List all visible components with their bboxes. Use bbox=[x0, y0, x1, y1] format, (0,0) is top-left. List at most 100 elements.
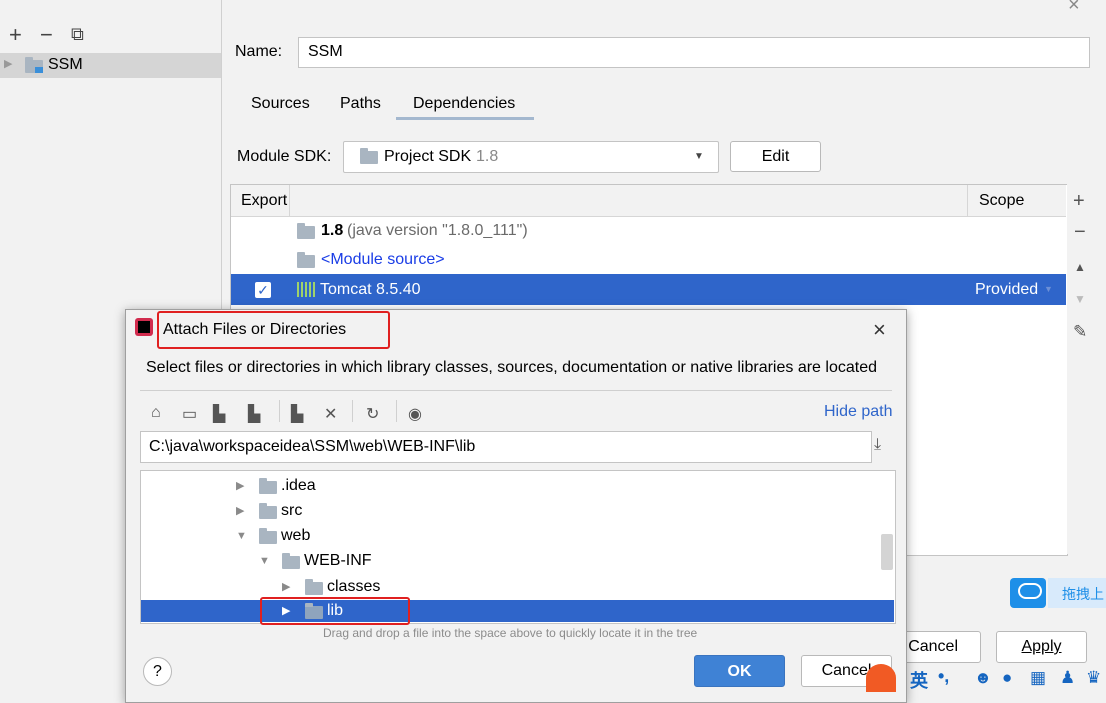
module-sdk-label: Module SDK: bbox=[237, 148, 332, 165]
edit-pencil-icon[interactable]: ✎ bbox=[1073, 322, 1087, 342]
toolbar-divider bbox=[352, 400, 353, 422]
source-folder-icon bbox=[297, 252, 315, 268]
tree-item-label: .idea bbox=[281, 477, 316, 494]
path-input[interactable]: C:\java\workspaceidea\SSM\web\WEB-INF\li… bbox=[140, 431, 872, 463]
sdk-folder-icon bbox=[360, 148, 378, 164]
refresh-icon[interactable]: ↻ bbox=[366, 404, 379, 424]
divider bbox=[140, 390, 892, 391]
tree-item-label: web bbox=[281, 527, 311, 544]
intellij-logo-icon bbox=[135, 318, 153, 336]
name-field[interactable]: SSM bbox=[298, 37, 1090, 68]
name-label: Name: bbox=[235, 43, 283, 60]
lib-highlight-box bbox=[260, 597, 410, 625]
tree-scrollbar-thumb[interactable] bbox=[881, 534, 893, 570]
sdk-value: Project SDK bbox=[384, 148, 472, 165]
download-icon[interactable]: ⤓ bbox=[874, 436, 881, 454]
home-icon[interactable]: ⌂ bbox=[151, 404, 161, 422]
keyboard-icon[interactable]: ▦ bbox=[1030, 668, 1046, 688]
ime-language-toggle[interactable]: 英 bbox=[910, 667, 928, 693]
module-source-label: <Module source> bbox=[321, 251, 445, 268]
tree-item-label: WEB-INF bbox=[304, 552, 372, 569]
sdk-version: 1.8 bbox=[476, 148, 499, 165]
chevron-right-icon[interactable]: ▶ bbox=[282, 576, 290, 598]
chevron-right-icon[interactable]: ▶ bbox=[236, 475, 244, 497]
add-module-button[interactable]: + bbox=[9, 22, 22, 48]
tomcat-library-label: Tomcat 8.5.40 bbox=[320, 281, 421, 298]
tree-item-label: src bbox=[281, 502, 303, 519]
scope-chevron-down-icon[interactable]: ▼ bbox=[1044, 284, 1053, 294]
tab-paths[interactable]: Paths bbox=[340, 94, 381, 120]
table-row[interactable]: 1.8 (java version "1.8.0_111") bbox=[231, 219, 966, 245]
ok-button[interactable]: OK bbox=[694, 655, 785, 687]
table-toolbar: + − ▲ ▼ ✎ bbox=[1067, 184, 1095, 554]
new-folder-icon[interactable]: ▙ bbox=[291, 404, 303, 424]
chevron-down-icon[interactable]: ▼ bbox=[259, 550, 270, 572]
module-tree-item-ssm[interactable]: ▶ SSM bbox=[0, 53, 221, 78]
jdk-detail: (java version "1.8.0_111") bbox=[347, 222, 528, 239]
folder-icon bbox=[305, 579, 323, 595]
table-row[interactable]: <Module source> bbox=[231, 248, 966, 274]
dialog-close-icon[interactable]: × bbox=[873, 317, 886, 343]
active-tab-indicator bbox=[396, 117, 534, 120]
copy-module-button[interactable]: ⧉ bbox=[71, 24, 84, 45]
sogou-logo-icon[interactable] bbox=[866, 664, 896, 692]
title-highlight-box bbox=[157, 311, 390, 349]
microphone-icon[interactable]: ● bbox=[1002, 668, 1012, 688]
module-sdk-select[interactable]: Project SDK 1.8 ▼ bbox=[343, 141, 719, 173]
ime-toolbar: 英 •, ☻ ● ▦ ♟ ♛ bbox=[866, 664, 1106, 692]
toolbar-divider bbox=[279, 400, 280, 422]
tree-item-label: classes bbox=[327, 578, 381, 595]
edit-sdk-button[interactable]: Edit bbox=[730, 141, 821, 172]
tree-item-classes[interactable]: ▶ classes bbox=[282, 576, 682, 598]
help-button[interactable]: ? bbox=[143, 657, 172, 686]
folder-icon bbox=[259, 503, 277, 519]
show-hidden-icon[interactable]: ◉ bbox=[408, 404, 422, 424]
chevron-down-icon[interactable]: ▼ bbox=[236, 525, 247, 547]
tree-item-web-inf[interactable]: ▼ WEB-INF bbox=[259, 550, 659, 572]
remove-module-button[interactable]: − bbox=[40, 22, 53, 48]
folder-icon bbox=[282, 553, 300, 569]
column-scope: Scope bbox=[979, 192, 1025, 209]
delete-icon[interactable]: ✕ bbox=[324, 404, 337, 424]
punctuation-icon[interactable]: •, bbox=[938, 666, 949, 687]
move-down-icon[interactable]: ▼ bbox=[1074, 292, 1086, 306]
cloud-upload-banner[interactable]: 拖拽上 bbox=[1048, 578, 1106, 608]
chevron-down-icon: ▼ bbox=[694, 151, 704, 162]
scope-value[interactable]: Provided bbox=[975, 281, 1038, 299]
chevron-right-icon[interactable]: ▶ bbox=[236, 500, 244, 522]
jdk-name: 1.8 bbox=[321, 222, 344, 239]
logo-inner bbox=[138, 321, 150, 333]
emoji-icon[interactable]: ☻ bbox=[974, 668, 992, 688]
column-divider bbox=[967, 185, 968, 216]
apply-button[interactable]: Apply bbox=[996, 631, 1087, 663]
cloud-icon[interactable] bbox=[1010, 578, 1046, 608]
desktop-icon[interactable]: ▭ bbox=[182, 404, 197, 424]
tree-item-src[interactable]: ▶ src bbox=[236, 500, 636, 522]
tree-item-web[interactable]: ▼ web bbox=[236, 525, 636, 547]
folder-icon bbox=[259, 528, 277, 544]
remove-dependency-icon[interactable]: − bbox=[1074, 221, 1086, 244]
export-checkbox[interactable]: ✓ bbox=[255, 282, 271, 298]
module-tree-item-label: SSM bbox=[48, 56, 83, 73]
cloud-shape-icon bbox=[1018, 583, 1042, 599]
drag-drop-hint: Drag and drop a file into the space abov… bbox=[323, 626, 698, 640]
library-icon bbox=[297, 282, 315, 297]
table-header: Export Scope bbox=[231, 185, 1066, 217]
column-divider bbox=[289, 185, 290, 216]
add-dependency-icon[interactable]: + bbox=[1073, 190, 1085, 213]
table-row-selected[interactable]: ✓ Tomcat 8.5.40 Provided ▼ bbox=[231, 274, 1066, 305]
name-field-value: SSM bbox=[308, 43, 343, 60]
hide-path-link[interactable]: Hide path bbox=[824, 403, 893, 421]
tab-sources[interactable]: Sources bbox=[251, 94, 310, 120]
tree-item-idea[interactable]: ▶ .idea bbox=[236, 475, 636, 497]
window-close-icon[interactable]: × bbox=[1068, 0, 1080, 17]
module-badge-icon bbox=[35, 67, 43, 73]
project-folder-icon[interactable]: ▙ bbox=[213, 404, 225, 424]
dialog-description: Select files or directories in which lib… bbox=[146, 359, 877, 376]
skin-icon[interactable]: ♛ bbox=[1086, 668, 1101, 688]
module-folder-nav-icon[interactable]: ▙ bbox=[248, 404, 260, 424]
move-up-icon[interactable]: ▲ bbox=[1074, 260, 1086, 274]
chevron-right-icon: ▶ bbox=[4, 58, 13, 70]
user-icon[interactable]: ♟ bbox=[1060, 668, 1075, 688]
toolbar-divider bbox=[396, 400, 397, 422]
